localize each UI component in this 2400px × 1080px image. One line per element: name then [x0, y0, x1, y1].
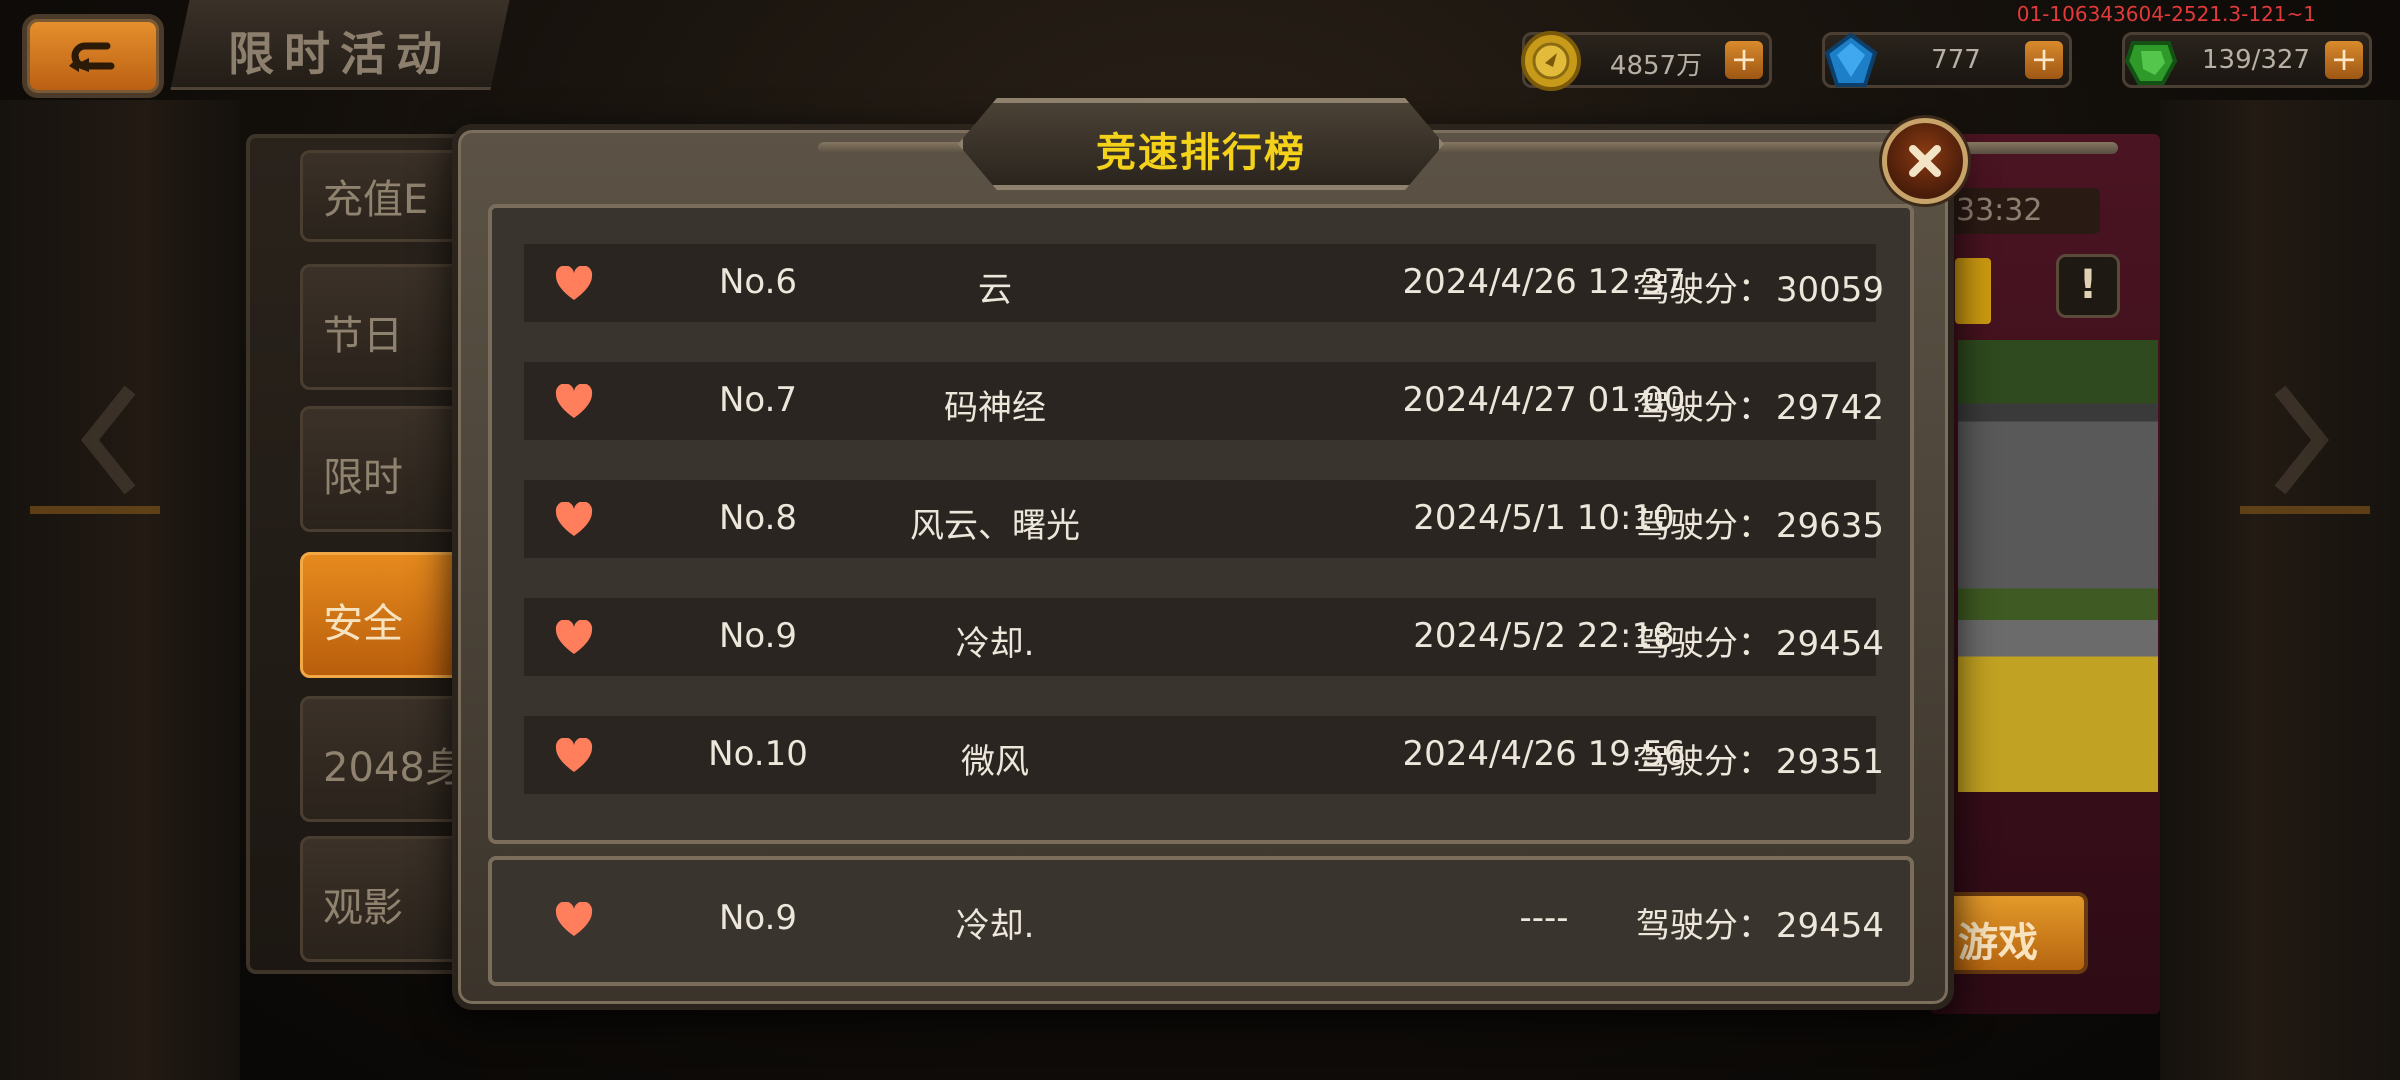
score-value: 29454	[1775, 906, 1884, 946]
score-value: 29742	[1775, 388, 1884, 428]
player-name: 冷却.	[955, 624, 1035, 664]
score-label: 驾驶分：	[1635, 388, 1772, 428]
leaderboard-title: 竞速排行榜	[1096, 130, 1306, 176]
player-name: 码神经	[944, 388, 1046, 428]
score-label: 驾驶分：	[1635, 506, 1772, 546]
score-label: 驾驶分：	[1635, 906, 1772, 946]
leaderboard-row: No.9 冷却. 2024/5/2 22:18 驾驶分： 29454	[524, 598, 1884, 676]
add-energy-button[interactable]: +	[2325, 41, 2363, 79]
gold-currency: 4857万 +	[1521, 31, 1772, 91]
heart-icon	[555, 620, 593, 654]
menu-item-label: 限时	[323, 455, 403, 501]
heart-icon	[555, 384, 593, 418]
gem-amount: 777	[1931, 45, 1981, 75]
score-value: 29351	[1775, 742, 1884, 782]
leaderboard-row: No.10 微风 2024/4/26 19:56 驾驶分： 29351	[524, 716, 1884, 794]
menu-item-label: 节日	[323, 313, 403, 359]
self-rank-row: No.9 冷却. ---- 驾驶分： 29454	[524, 880, 1884, 958]
rank-number: No.9	[718, 898, 798, 938]
rank-number: No.8	[718, 498, 798, 538]
info-button[interactable]: !	[2056, 254, 2120, 318]
start-game-button[interactable]: 游戏	[1938, 892, 2088, 974]
close-icon	[1909, 145, 1941, 177]
event-tab[interactable]	[1955, 258, 1991, 324]
score-value: 29454	[1775, 624, 1884, 664]
menu-item-label: 安全	[323, 601, 403, 647]
player-name: 微风	[961, 742, 1029, 782]
energy-currency: 139/327 +	[2122, 32, 2372, 88]
rank-number: No.10	[708, 734, 808, 774]
left-background-wall	[0, 100, 240, 1080]
rank-number: No.7	[718, 380, 798, 420]
right-background-wall	[2160, 100, 2400, 1080]
add-gold-button[interactable]: +	[1725, 41, 1763, 79]
rank-number: No.9	[718, 616, 798, 656]
heart-icon	[555, 738, 593, 772]
rank-number: No.6	[718, 262, 798, 302]
back-button[interactable]	[22, 14, 164, 98]
player-name: 云	[978, 270, 1012, 310]
score-label: 驾驶分：	[1635, 624, 1772, 664]
leaderboard-row: No.7 码神经 2024/4/27 01:00 驾驶分： 29742	[524, 362, 1884, 440]
driving-score: 驾驶分： 29454	[1584, 616, 1884, 665]
player-name: 冷却.	[955, 906, 1035, 946]
session-code: 01-106343604-2521.3-121~1	[2016, 2, 2316, 26]
page-title: 限时活动	[228, 27, 452, 81]
event-timer: 33:32	[1930, 188, 2100, 234]
leaderboard-row: No.6 云 2024/4/26 12:37 驾驶分： 30059	[524, 244, 1884, 322]
menu-item-label: 充值E	[323, 177, 429, 223]
decor-line	[30, 506, 160, 514]
driving-score: 驾驶分： 29351	[1584, 734, 1884, 783]
score-label: 驾驶分：	[1635, 742, 1772, 782]
add-gem-button[interactable]: +	[2025, 41, 2063, 79]
driving-score: 驾驶分： 29454	[1584, 898, 1884, 947]
race-track-preview	[1958, 340, 2158, 792]
driving-score: 驾驶分： 29635	[1584, 498, 1884, 547]
score-label: 驾驶分：	[1635, 270, 1772, 310]
green-energy-icon	[2124, 41, 2178, 85]
gold-amount: 4857万	[1609, 51, 1703, 81]
menu-item-label: 2048身	[323, 745, 465, 791]
decor-line	[2240, 506, 2370, 514]
heart-icon	[555, 266, 593, 300]
driving-score: 驾驶分： 30059	[1584, 262, 1884, 311]
menu-item-label: 观影	[323, 885, 403, 931]
gold-coin-icon	[1521, 31, 1581, 91]
leaderboard-row: No.8 风云、曙光 2024/5/1 10:10 驾驶分： 29635	[524, 480, 1884, 558]
driving-score: 驾驶分： 29742	[1584, 380, 1884, 429]
score-value: 30059	[1775, 270, 1884, 310]
blue-gem-icon	[1824, 32, 1878, 87]
return-arrow-icon	[69, 42, 115, 72]
energy-amount: 139/327	[2201, 45, 2310, 75]
close-button[interactable]	[1882, 118, 1968, 204]
score-value: 29635	[1775, 506, 1884, 546]
right-chevron-icon	[2274, 385, 2329, 495]
heart-icon	[555, 902, 593, 936]
left-chevron-icon	[81, 385, 136, 495]
gem-currency: 777 +	[1822, 32, 2072, 88]
start-game-label: 游戏	[1958, 920, 2038, 966]
player-name: 风云、曙光	[910, 506, 1080, 546]
heart-icon	[555, 502, 593, 536]
